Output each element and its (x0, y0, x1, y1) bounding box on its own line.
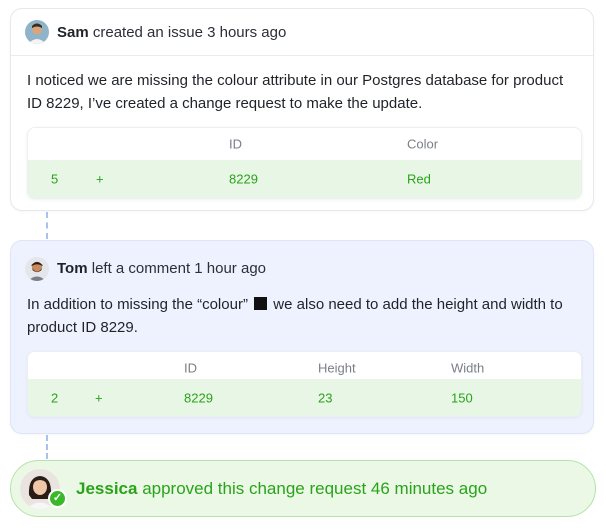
comment-change-table: ID Height Width 2 + 8229 23 150 (27, 351, 582, 417)
row-color: Red (407, 171, 431, 187)
header-id: ID (184, 360, 197, 375)
issue-author[interactable]: Sam (57, 24, 89, 41)
comment-card: Tom left a comment 1 hour ago In additio… (10, 240, 594, 434)
issue-header: Sam created an issue 3 hours ago (11, 9, 593, 56)
table-row: 2 + 8229 23 150 (28, 379, 581, 416)
approval-author[interactable]: Jessica (76, 479, 137, 498)
header-height: Height (318, 360, 356, 375)
row-id: 8229 (229, 171, 258, 187)
approval-text: Jessica approved this change request 46 … (76, 479, 487, 499)
table-row: 5 + 8229 Red (28, 160, 581, 198)
issue-card: Sam created an issue 3 hours ago I notic… (10, 8, 594, 211)
row-id: 8229 (184, 390, 213, 405)
row-number: 5 (51, 171, 59, 187)
timeline-connector (46, 212, 48, 239)
timeline-connector (46, 435, 48, 459)
comment-header: Tom left a comment 1 hour ago (11, 241, 593, 296)
table-header: ID Color (28, 128, 581, 159)
issue-headline: Sam created an issue 3 hours ago (57, 24, 286, 41)
row-height: 23 (318, 390, 333, 405)
header-color: Color (407, 136, 439, 151)
row-number: 2 (51, 390, 59, 405)
header-width: Width (451, 360, 485, 375)
issue-body: I noticed we are missing the colour attr… (27, 72, 564, 112)
comment-action: left a comment 1 hour ago (91, 260, 266, 277)
row-width: 150 (451, 390, 473, 405)
issue-change-table: ID Color 5 + 8229 Red (27, 127, 582, 199)
color-swatch-icon (254, 297, 268, 310)
row-added-marker: + (96, 171, 104, 187)
comment-headline: Tom left a comment 1 hour ago (57, 260, 266, 277)
comment-author[interactable]: Tom (57, 260, 88, 277)
avatar-sam[interactable] (25, 20, 49, 44)
comment-body: In addition to missing the “colour” we a… (27, 293, 577, 339)
approval-action: approved this change request 46 minutes … (142, 478, 488, 498)
row-added-marker: + (95, 390, 103, 405)
check-icon: ✓ (48, 489, 67, 508)
header-id: ID (229, 136, 242, 151)
comment-body-before: In addition to missing the “colour” (27, 296, 248, 313)
issue-action: created an issue 3 hours ago (92, 23, 287, 41)
approval-banner: ✓ Jessica approved this change request 4… (10, 460, 596, 517)
avatar-tom[interactable] (25, 256, 49, 281)
